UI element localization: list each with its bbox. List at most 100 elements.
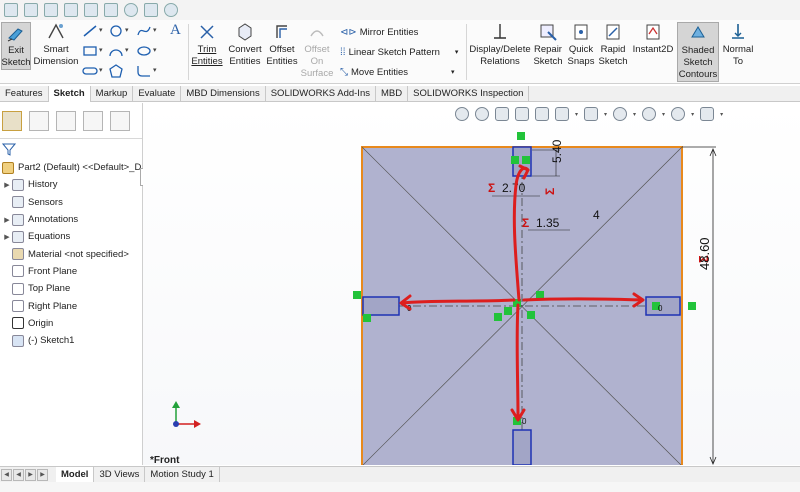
relation-marker[interactable]	[511, 156, 519, 164]
configuration-manager-tab-icon[interactable]	[56, 110, 76, 131]
repair-sketch-button[interactable]: Repair Sketch	[533, 22, 563, 68]
line-dropdown-icon[interactable]: ▾	[99, 26, 103, 34]
view-orientation-dropdown-icon[interactable]: ▾	[575, 111, 578, 118]
relation-marker[interactable]	[536, 291, 544, 299]
relation-marker[interactable]	[527, 311, 535, 319]
new-document-icon[interactable]	[4, 3, 18, 17]
filter-icon[interactable]	[2, 142, 16, 156]
relation-marker[interactable]	[494, 313, 502, 321]
move-entities-button[interactable]: ⤡ Move Entities ▾	[340, 64, 455, 80]
arc-tool[interactable]	[108, 44, 124, 58]
tree-item-top-plane[interactable]: Top Plane	[0, 280, 142, 297]
slot-tool[interactable]	[82, 64, 98, 78]
linear-sketch-pattern-button[interactable]: ⁞⁞ Linear Sketch Pattern ▾	[340, 44, 458, 60]
select-icon[interactable]	[104, 3, 118, 17]
relation-marker[interactable]	[517, 132, 525, 140]
dimension-2-70[interactable]: Σ 2.70	[488, 181, 526, 195]
dimension-48-60[interactable]: Σ 48.60	[696, 237, 712, 270]
tree-root-part[interactable]: Part2 (Default) <<Default>_D	[0, 159, 142, 176]
offset-entities-button[interactable]: Offset Entities	[266, 22, 298, 68]
display-style-icon[interactable]	[584, 107, 599, 121]
tree-item-material[interactable]: Material <not specified>	[0, 245, 142, 262]
left-slot-rectangle[interactable]	[362, 296, 400, 316]
tab-motion-study-1[interactable]: Motion Study 1	[145, 466, 220, 483]
relation-marker[interactable]	[363, 314, 371, 322]
normal-to-button[interactable]: Normal To	[722, 22, 754, 68]
ellipse-dropdown-icon[interactable]: ▾	[153, 46, 157, 54]
undo-icon[interactable]	[84, 3, 98, 17]
next-tab-icon[interactable]: ▶	[25, 468, 36, 481]
display-style-dropdown-icon[interactable]: ▾	[604, 111, 607, 118]
tree-item-right-plane[interactable]: Right Plane	[0, 297, 142, 314]
sketch-viewport[interactable]: Σ 48.60 5.40 Σ Σ 2.70 Σ 1.35 4 0 0 0	[143, 103, 800, 465]
print-icon[interactable]	[64, 3, 78, 17]
options-icon[interactable]	[164, 3, 178, 17]
tab-markup[interactable]: Markup	[91, 86, 134, 102]
rebuild-icon[interactable]	[124, 3, 138, 17]
relation-marker[interactable]	[353, 291, 361, 299]
section-view-icon[interactable]	[515, 107, 529, 121]
circle-dropdown-icon[interactable]: ▾	[125, 26, 129, 34]
rectangle-tool[interactable]	[82, 44, 98, 58]
tab-features[interactable]: Features	[0, 86, 49, 102]
offset-on-surface-button[interactable]: Offset On Surface	[300, 22, 334, 80]
tree-item-origin[interactable]: Origin	[0, 315, 142, 332]
tree-item-annotations[interactable]: ▶ Annotations	[0, 211, 142, 228]
fillet-dropdown-icon[interactable]: ▾	[153, 66, 157, 74]
appearance-dropdown-icon[interactable]: ▾	[662, 111, 665, 118]
fillet-tool[interactable]	[136, 64, 152, 78]
dimxpert-tab-icon[interactable]	[83, 110, 103, 131]
expand-arrow-icon[interactable]: ▶	[2, 216, 12, 224]
rapid-sketch-button[interactable]: Rapid Sketch	[598, 22, 628, 68]
save-icon[interactable]	[44, 3, 58, 17]
bottom-slot-rectangle[interactable]	[512, 429, 532, 465]
zoom-to-fit-icon[interactable]	[455, 107, 469, 121]
exit-sketch-button[interactable]: Exit Sketch	[1, 22, 31, 70]
arc-dropdown-icon[interactable]: ▾	[125, 46, 129, 54]
tab-mbd[interactable]: MBD	[376, 86, 409, 102]
apply-scene-icon[interactable]	[671, 107, 686, 121]
relation-marker[interactable]	[504, 307, 512, 315]
mirror-entities-button[interactable]: ⊲⊳ Mirror Entities	[340, 24, 418, 40]
tree-item-sketch1[interactable]: (-) Sketch1	[0, 332, 142, 349]
hide-show-items-icon[interactable]	[613, 107, 628, 121]
text-tool[interactable]: A	[170, 23, 181, 38]
tab-mbd-dimensions[interactable]: MBD Dimensions	[181, 86, 266, 102]
tab-solidworks-addins[interactable]: SOLIDWORKS Add-Ins	[266, 86, 376, 102]
tab-sketch[interactable]: Sketch	[48, 86, 91, 102]
instant2d-button[interactable]: Instant2D	[631, 22, 675, 56]
display-delete-relations-button[interactable]: Display/Delete Relations	[469, 22, 531, 68]
tab-evaluate[interactable]: Evaluate	[133, 86, 182, 102]
last-tab-icon[interactable]: ▶	[37, 468, 48, 481]
tree-item-sensors[interactable]: Sensors	[0, 194, 142, 211]
view-orientation-icon[interactable]	[555, 107, 569, 121]
relation-marker[interactable]	[688, 302, 696, 310]
tab-3d-views[interactable]: 3D Views	[94, 466, 146, 483]
rectangle-dropdown-icon[interactable]: ▾	[99, 46, 103, 54]
move-dropdown-icon[interactable]: ▾	[451, 68, 455, 76]
dynamic-annotation-icon[interactable]	[535, 107, 549, 121]
previous-tab-icon[interactable]: ◀	[13, 468, 24, 481]
smart-dimension-button[interactable]: Smart Dimension	[33, 22, 79, 68]
tab-solidworks-inspection[interactable]: SOLIDWORKS Inspection	[408, 86, 530, 102]
polygon-tool[interactable]	[108, 64, 124, 78]
file-properties-icon[interactable]	[144, 3, 158, 17]
display-manager-tab-icon[interactable]	[110, 110, 130, 131]
line-tool[interactable]	[82, 24, 98, 38]
view-settings-dropdown-icon[interactable]: ▾	[720, 111, 723, 118]
tree-item-equations[interactable]: ▶ Equations	[0, 228, 142, 245]
slot-dropdown-icon[interactable]: ▾	[99, 66, 103, 74]
view-settings-icon[interactable]	[700, 107, 715, 121]
quick-snaps-button[interactable]: Quick Snaps	[567, 22, 595, 68]
right-slot-rectangle[interactable]	[645, 296, 681, 316]
expand-arrow-icon[interactable]: ▶	[2, 181, 12, 189]
ellipse-tool[interactable]	[136, 44, 152, 58]
scene-dropdown-icon[interactable]: ▾	[691, 111, 694, 118]
relation-marker[interactable]	[522, 156, 530, 164]
hide-show-dropdown-icon[interactable]: ▾	[633, 111, 636, 118]
property-manager-tab-icon[interactable]	[29, 110, 49, 131]
circle-tool[interactable]	[108, 24, 124, 38]
graphics-area[interactable]: Σ 48.60 5.40 Σ Σ 2.70 Σ 1.35 4 0 0 0 ▾ ▾…	[143, 103, 800, 465]
spline-dropdown-icon[interactable]: ▾	[153, 26, 157, 34]
trim-entities-button[interactable]: Trim Entities	[191, 22, 223, 68]
